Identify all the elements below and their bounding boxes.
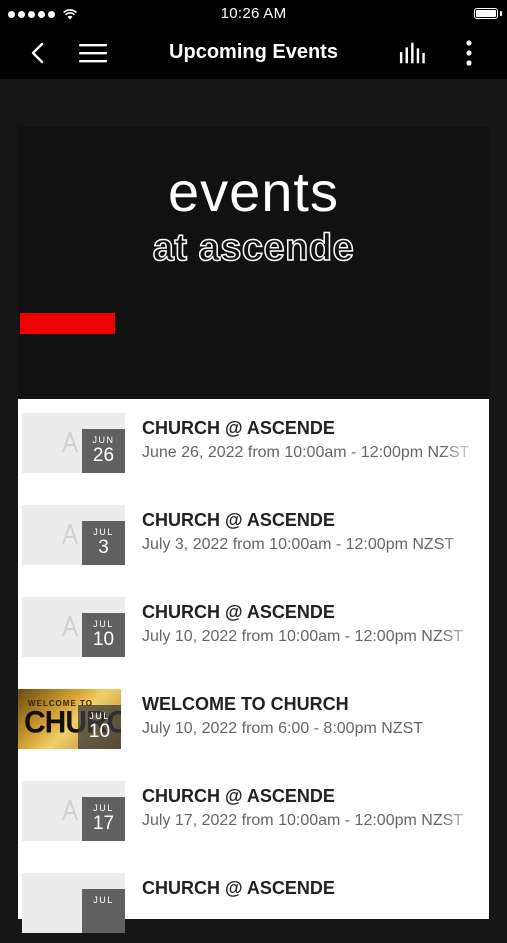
date-badge: JUL 3: [82, 521, 125, 565]
equalizer-icon: [399, 42, 425, 64]
event-title: CHURCH @ ASCENDE: [142, 602, 335, 622]
date-month: JUL: [93, 527, 114, 537]
more-button[interactable]: [455, 39, 483, 67]
date-month: JUL: [93, 619, 114, 629]
date-badge: JUL 17: [82, 797, 125, 841]
battery-tip: [500, 11, 502, 16]
nav-bar: Upcoming Events: [0, 27, 507, 79]
date-day: 3: [98, 537, 109, 558]
event-row[interactable]: JUN 26 CHURCH @ ASCENDE June 26, 2022 fr…: [18, 413, 489, 483]
date-day: 10: [92, 629, 115, 650]
status-bar: 10:26 AM: [0, 0, 507, 27]
events-banner: events at ascende: [18, 127, 489, 402]
banner-title: events: [168, 160, 339, 223]
event-title: CHURCH @ ASCENDE: [142, 510, 335, 530]
event-row[interactable]: JUL 3 CHURCH @ ASCENDE July 3, 2022 from…: [18, 505, 489, 575]
event-title: CHURCH @ ASCENDE: [142, 418, 335, 438]
date-month: JUN: [92, 435, 115, 445]
event-list: JUN 26 CHURCH @ ASCENDE June 26, 2022 fr…: [18, 399, 489, 933]
date-day: 10: [88, 721, 111, 742]
date-badge: JUN 26: [82, 429, 125, 473]
battery-icon: [474, 8, 498, 19]
ascende-logo-icon: [62, 799, 78, 821]
content-area[interactable]: events at ascende JUN 26 CHURCH @ ASCEND…: [0, 79, 507, 933]
date-month: JUL: [93, 803, 114, 813]
event-row[interactable]: JUL 17 CHURCH @ ASCENDE July 17, 2022 fr…: [18, 781, 489, 851]
event-row[interactable]: JUL CHURCH @ ASCENDE: [18, 873, 489, 943]
event-thumbnail: JUL 10: [22, 597, 125, 657]
event-row[interactable]: JUL 10 CHURCH @ ASCENDE July 10, 2022 fr…: [18, 597, 489, 667]
event-time: July 10, 2022 from 6:00 - 8:00pm NZST: [142, 720, 424, 737]
date-badge: JUL: [82, 889, 125, 933]
event-time: July 3, 2022 from 10:00am - 12:00pm NZST: [142, 536, 455, 553]
status-time: 10:26 AM: [220, 5, 287, 22]
date-month: JUL: [93, 895, 114, 905]
date-month: JUL: [89, 711, 110, 721]
event-time: July 10, 2022 from 10:00am - 12:00pm NZS…: [142, 628, 464, 645]
event-title: WELCOME TO CHURCH: [142, 694, 349, 714]
date-badge: JUL 10: [78, 705, 121, 749]
event-thumbnail: WELCOME TO CHURCH JUL 10: [18, 689, 121, 749]
event-thumbnail: JUL: [22, 873, 125, 933]
date-badge: JUL 10: [82, 613, 125, 657]
event-time: July 17, 2022 from 10:00am - 12:00pm NZS…: [142, 812, 464, 829]
ascende-logo-icon: [62, 523, 78, 545]
event-row[interactable]: WELCOME TO CHURCH JUL 10 WELCOME TO CHUR…: [18, 689, 489, 759]
event-title: CHURCH @ ASCENDE: [142, 878, 335, 898]
banner-subtitle: at ascende: [152, 226, 355, 270]
event-title: CHURCH @ ASCENDE: [142, 786, 335, 806]
ascende-logo-icon: [62, 615, 78, 637]
page-title: Upcoming Events: [169, 41, 338, 63]
event-thumbnail: JUL 17: [22, 781, 125, 841]
date-day: 17: [92, 813, 115, 834]
event-thumbnail: JUL 3: [22, 505, 125, 565]
vertical-dots-icon: [466, 40, 472, 66]
stats-button[interactable]: [399, 39, 427, 67]
ascende-logo-icon: [62, 431, 78, 453]
banner-accent-bar: [20, 313, 115, 334]
event-thumbnail: JUN 26: [22, 413, 125, 473]
date-day: 26: [92, 445, 115, 466]
event-time: June 26, 2022 from 10:00am - 12:00pm NZS…: [142, 444, 470, 461]
